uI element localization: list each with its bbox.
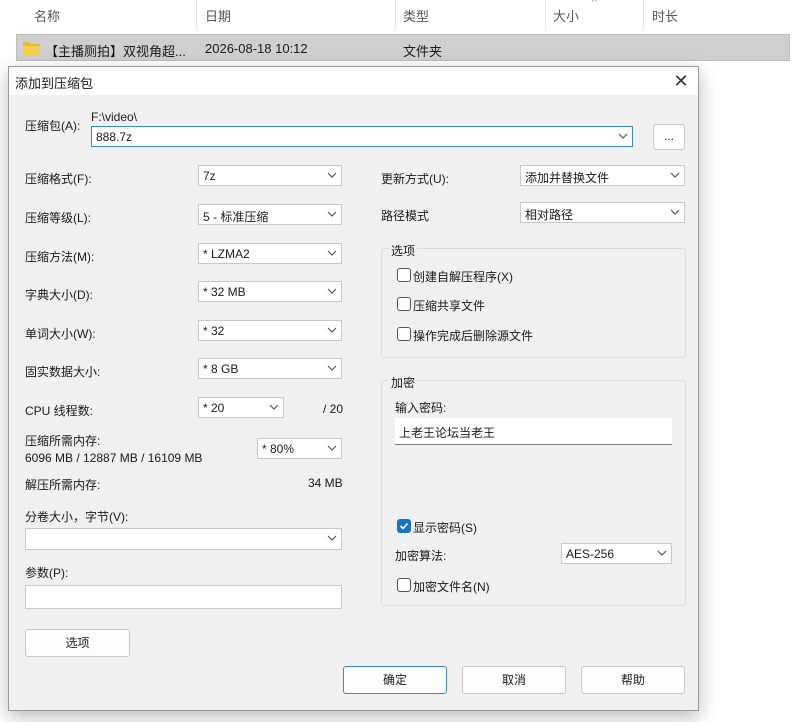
chevron-down-icon	[670, 209, 680, 215]
options-group-title: 选项	[389, 242, 418, 259]
solid-value: * 8 GB	[203, 362, 239, 376]
level-select[interactable]: 5 - 标准压缩	[198, 204, 342, 225]
mem-decomp-label: 解压所需内存:	[25, 478, 101, 492]
file-type: 文件夹	[403, 44, 443, 59]
format-value: 7z	[203, 169, 216, 183]
chevron-down-icon	[269, 404, 279, 410]
checkmark-icon	[399, 522, 409, 530]
volume-label: 分卷大小，字节(V):	[25, 510, 129, 524]
password-input[interactable]: 上老王论坛当老王	[395, 418, 672, 445]
chevron-down-icon	[657, 550, 667, 556]
path-mode-value: 相对路径	[525, 208, 574, 222]
chevron-down-icon	[327, 327, 337, 333]
level-label: 压缩等级(L):	[25, 211, 92, 225]
chevron-down-icon	[670, 172, 680, 178]
column-size[interactable]: 大小	[553, 6, 579, 25]
encrypt-names-checkbox[interactable]	[397, 578, 411, 592]
chevron-down-icon	[327, 535, 337, 541]
title-bar[interactable]: 添加到压缩包 ✕	[9, 67, 698, 95]
shared-files-label[interactable]: 压缩共享文件	[413, 297, 485, 314]
solid-label: 固实数据大小:	[25, 365, 101, 379]
chevron-down-icon	[327, 250, 337, 256]
delete-source-checkbox[interactable]	[397, 327, 411, 341]
archive-label: 压缩包(A):	[25, 119, 81, 133]
chevron-down-icon	[327, 211, 337, 217]
options-button[interactable]: 选项	[25, 629, 130, 657]
encrypt-names-label[interactable]: 加密文件名(N)	[413, 578, 490, 595]
browse-button[interactable]: ...	[653, 124, 685, 150]
dict-select[interactable]: * 32 MB	[198, 281, 342, 302]
method-value: * LZMA2	[203, 247, 250, 261]
dict-value: * 32 MB	[203, 285, 246, 299]
column-divider	[545, 0, 546, 30]
mem-comp-label: 压缩所需内存:	[25, 434, 101, 448]
chevron-down-icon	[327, 445, 337, 451]
format-label: 压缩格式(F):	[25, 172, 92, 186]
word-label: 单词大小(W):	[25, 327, 96, 341]
column-date[interactable]: 日期	[205, 6, 231, 25]
add-to-archive-dialog: 添加到压缩包 ✕ 压缩包(A): F:\video\ 888.7z ... 压缩…	[8, 66, 699, 711]
column-divider	[643, 0, 644, 30]
mem-decomp-value: 34 MB	[308, 476, 343, 490]
encryption-method-select[interactable]: AES-256	[561, 543, 672, 564]
delete-source-label[interactable]: 操作完成后删除源文件	[413, 327, 533, 344]
archive-path: F:\video\	[91, 110, 138, 124]
mem-usage-select[interactable]: * 80%	[257, 438, 342, 459]
password-value: 上老王论坛当老王	[399, 426, 496, 440]
ok-button[interactable]: 确定	[343, 666, 447, 694]
column-name[interactable]: 名称	[34, 6, 60, 25]
archive-name-combobox[interactable]: 888.7z	[91, 126, 633, 147]
file-date: 2026-08-18 10:12	[205, 41, 308, 56]
path-mode-label: 路径模式	[381, 209, 430, 223]
method-label: 压缩方法(M):	[25, 250, 95, 264]
dialog-title: 添加到压缩包	[15, 76, 94, 91]
password-label: 输入密码:	[395, 401, 447, 415]
shared-files-checkbox[interactable]	[397, 297, 411, 311]
archive-name-value: 888.7z	[96, 130, 133, 144]
word-value: * 32	[203, 324, 225, 338]
close-button[interactable]: ✕	[670, 70, 692, 92]
column-type[interactable]: 类型	[403, 6, 429, 25]
format-select[interactable]: 7z	[198, 165, 342, 186]
update-select[interactable]: 添加并替换文件	[520, 165, 685, 186]
method-select[interactable]: * LZMA2	[198, 243, 342, 264]
threads-max: / 20	[323, 402, 344, 416]
encryption-group-title: 加密	[389, 374, 418, 391]
show-password-label[interactable]: 显示密码(S)	[413, 519, 477, 536]
mem-usage-value: * 80%	[262, 442, 295, 456]
file-row[interactable]: 【主播厕拍】双视角超... 2026-08-18 10:12 文件夹	[16, 34, 790, 61]
sort-up-icon: ^	[592, 0, 597, 8]
encryption-method-value: AES-256	[566, 547, 615, 561]
sfx-label[interactable]: 创建自解压程序(X)	[413, 268, 513, 285]
chevron-down-icon	[327, 172, 337, 178]
column-divider	[196, 0, 197, 30]
column-duration[interactable]: 时长	[652, 6, 678, 25]
chevron-down-icon	[618, 133, 628, 139]
threads-select[interactable]: * 20	[198, 397, 284, 418]
chevron-down-icon	[327, 365, 337, 371]
update-value: 添加并替换文件	[525, 171, 610, 185]
encryption-method-label: 加密算法:	[395, 549, 447, 563]
solid-select[interactable]: * 8 GB	[198, 358, 342, 379]
folder-icon	[23, 42, 40, 55]
threads-label: CPU 线程数:	[25, 404, 94, 418]
show-password-checkbox[interactable]	[397, 519, 411, 533]
update-label: 更新方式(U):	[381, 172, 449, 186]
threads-value: * 20	[203, 401, 225, 415]
word-select[interactable]: * 32	[198, 320, 342, 341]
cancel-button[interactable]: 取消	[462, 666, 566, 694]
volume-combobox[interactable]	[25, 528, 342, 550]
sfx-checkbox[interactable]	[397, 268, 411, 282]
params-label: 参数(P):	[25, 566, 69, 580]
chevron-down-icon	[327, 288, 337, 294]
file-name: 【主播厕拍】双视角超...	[45, 44, 186, 59]
dict-label: 字典大小(D):	[25, 288, 93, 302]
path-mode-select[interactable]: 相对路径	[520, 202, 685, 223]
mem-comp-detail: 6096 MB / 12887 MB / 16109 MB	[25, 451, 203, 465]
level-value: 5 - 标准压缩	[203, 210, 269, 224]
column-divider	[395, 0, 396, 30]
params-input[interactable]	[25, 585, 342, 609]
help-button[interactable]: 帮助	[581, 666, 685, 694]
